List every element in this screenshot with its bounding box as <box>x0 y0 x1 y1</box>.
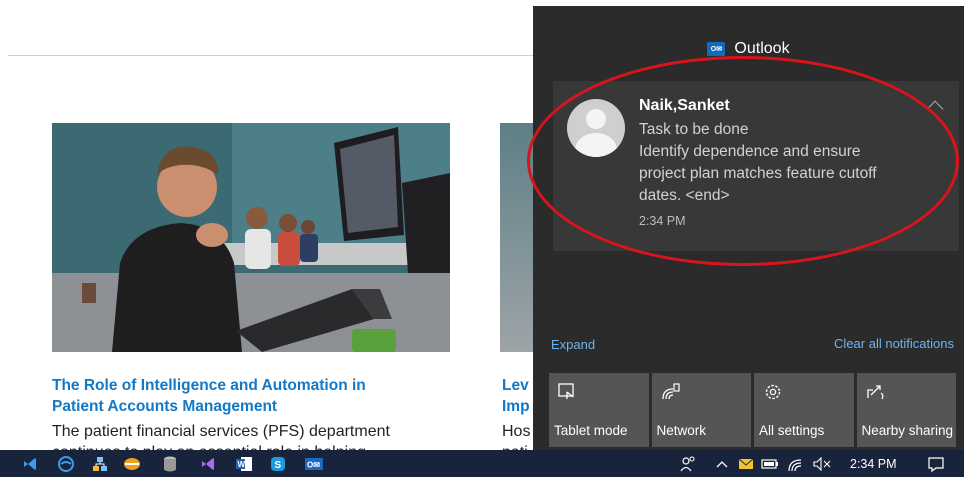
article-title[interactable]: Patient Accounts Management <box>52 396 277 417</box>
outlook-icon: O✉ <box>707 42 726 56</box>
visual-studio-icon[interactable] <box>198 454 218 473</box>
quick-action-label: Tablet mode <box>554 423 628 438</box>
office-photo <box>52 123 450 352</box>
article-title[interactable]: Imp <box>502 396 530 417</box>
clear-all-notifications-button[interactable]: Clear all notifications <box>834 336 954 351</box>
notification-time: 2:34 PM <box>639 214 686 228</box>
avatar <box>567 99 625 157</box>
notification-body: dates. <end> <box>639 187 730 204</box>
battery-icon[interactable] <box>760 454 780 473</box>
quick-actions: Tablet mode Network All settings Nearby … <box>549 373 956 447</box>
skype-icon[interactable]: S <box>268 454 288 473</box>
database-icon[interactable] <box>160 454 180 473</box>
notification-body: project plan matches feature cutoff <box>639 165 877 182</box>
clock[interactable]: 2:34 PM <box>850 457 897 471</box>
gear-icon <box>765 384 781 400</box>
article-description: The patient financial services (PFS) dep… <box>52 423 390 440</box>
chevron-up-icon[interactable] <box>712 454 732 473</box>
edge-browser-icon[interactable] <box>56 454 76 473</box>
volume-muted-icon[interactable] <box>812 454 832 473</box>
notification-sender: Naik,Sanket <box>639 97 730 114</box>
divider <box>8 55 548 56</box>
article-description: pati <box>502 442 528 450</box>
svg-text:W: W <box>238 460 246 469</box>
taskbar: W S O✉ 2:34 PM <box>0 450 964 477</box>
nearby-sharing-tile[interactable]: Nearby sharing <box>856 373 956 447</box>
people-icon[interactable] <box>678 454 698 473</box>
chevron-up-icon[interactable] <box>926 100 944 118</box>
word-icon[interactable]: W <box>234 454 254 473</box>
network-icon <box>661 383 680 400</box>
wifi-icon[interactable] <box>786 454 806 473</box>
svg-text:S: S <box>275 460 282 471</box>
article-image[interactable] <box>52 123 450 352</box>
network-app-icon[interactable] <box>90 454 110 473</box>
quick-action-label: Nearby sharing <box>861 423 954 438</box>
article-description: Hos <box>502 423 531 440</box>
notification-toast[interactable]: Naik,Sanket Task to be done Identify dep… <box>553 81 959 251</box>
visual-studio-icon[interactable] <box>20 454 40 473</box>
share-icon <box>866 385 883 400</box>
notification-center-icon[interactable] <box>926 454 946 473</box>
svg-text:O✉: O✉ <box>307 460 320 469</box>
article-title[interactable]: Lev <box>502 375 529 396</box>
tablet-mode-icon <box>558 383 574 399</box>
outlook-icon[interactable]: O✉ <box>304 454 324 473</box>
quick-action-label: All settings <box>759 423 825 438</box>
expand-button[interactable]: Expand <box>551 337 595 352</box>
mail-icon[interactable] <box>736 454 756 473</box>
notification-body: Identify dependence and ensure <box>639 143 861 160</box>
action-center: O✉ Outlook Naik,Sanket Task to be done I… <box>533 6 964 450</box>
tablet-mode-tile[interactable]: Tablet mode <box>549 373 649 447</box>
article-description: continues to play an essential role in h… <box>52 442 366 450</box>
toolbox-icon[interactable] <box>122 454 142 473</box>
all-settings-tile[interactable]: All settings <box>754 373 854 447</box>
quick-action-label: Network <box>656 423 707 438</box>
notification-subject: Task to be done <box>639 121 749 138</box>
article-title[interactable]: The Role of Intelligence and Automation … <box>52 375 366 396</box>
notification-group-header: O✉ Outlook <box>533 34 964 64</box>
network-tile[interactable]: Network <box>651 373 751 447</box>
app-title: Outlook <box>734 40 790 57</box>
